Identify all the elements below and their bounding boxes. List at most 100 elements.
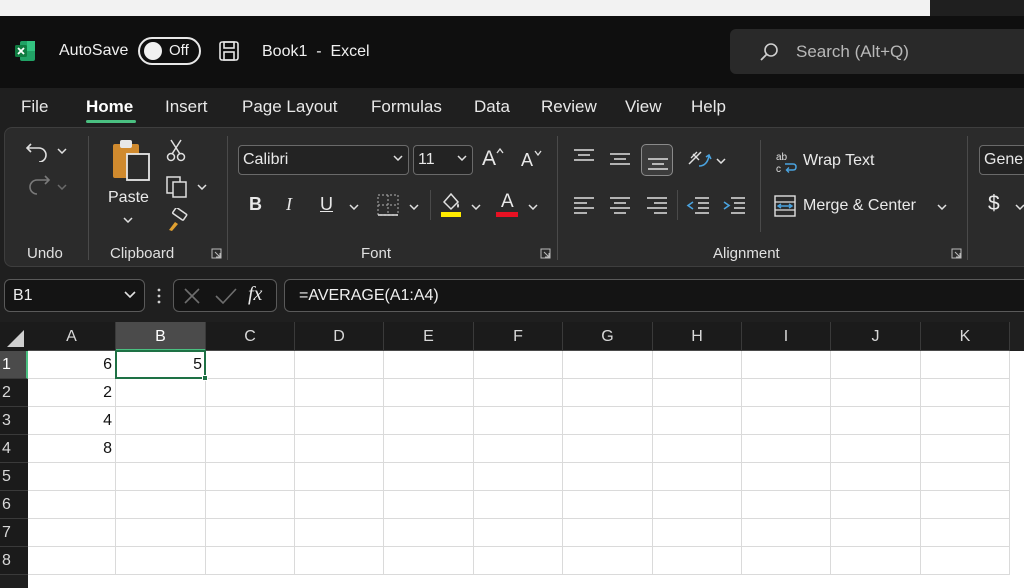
cell-d6[interactable]	[295, 491, 384, 519]
tab-review[interactable]: Review	[541, 97, 597, 117]
decrease-indent-icon[interactable]	[686, 196, 710, 214]
font-color-dropdown-chevron-icon[interactable]	[528, 204, 538, 210]
cell-a2[interactable]: 2	[28, 379, 116, 407]
cell-d8[interactable]	[295, 547, 384, 575]
tab-data[interactable]: Data	[474, 97, 510, 117]
cell-i4[interactable]	[742, 435, 831, 463]
cell-c3[interactable]	[206, 407, 295, 435]
cell-e8[interactable]	[384, 547, 474, 575]
column-header-g[interactable]: G	[563, 322, 653, 351]
cell-b1[interactable]: 5	[116, 351, 206, 379]
cell-d2[interactable]	[295, 379, 384, 407]
cell-c2[interactable]	[206, 379, 295, 407]
number-format-input[interactable]	[984, 150, 1024, 170]
cell-g1[interactable]	[563, 351, 653, 379]
tab-help[interactable]: Help	[691, 97, 726, 117]
font-color-button[interactable]: A	[501, 191, 514, 213]
grow-font-button[interactable]: A	[482, 147, 496, 171]
cell-i8[interactable]	[742, 547, 831, 575]
search-input[interactable]	[796, 39, 1016, 65]
cell-b5[interactable]	[116, 463, 206, 491]
cell-j5[interactable]	[831, 463, 921, 491]
cell-h8[interactable]	[653, 547, 742, 575]
cell-a6[interactable]	[28, 491, 116, 519]
cell-g6[interactable]	[563, 491, 653, 519]
align-top-icon[interactable]	[573, 148, 595, 166]
cell-i2[interactable]	[742, 379, 831, 407]
cell-h5[interactable]	[653, 463, 742, 491]
cell-i3[interactable]	[742, 407, 831, 435]
undo-icon[interactable]	[25, 138, 51, 162]
tab-view[interactable]: View	[625, 97, 662, 117]
cell-i6[interactable]	[742, 491, 831, 519]
column-header-f[interactable]: F	[474, 322, 563, 351]
cell-c4[interactable]	[206, 435, 295, 463]
fill-color-dropdown-chevron-icon[interactable]	[471, 204, 481, 210]
currency-dropdown-chevron-icon[interactable]	[1015, 204, 1024, 210]
row-header-3[interactable]: 3	[0, 407, 28, 435]
cell-a8[interactable]	[28, 547, 116, 575]
column-header-i[interactable]: I	[742, 322, 831, 351]
cell-b8[interactable]	[116, 547, 206, 575]
column-header-k[interactable]: K	[921, 322, 1010, 351]
cancel-icon[interactable]	[182, 286, 202, 306]
undo-dropdown-chevron-icon[interactable]	[57, 148, 67, 154]
cell-a5[interactable]	[28, 463, 116, 491]
currency-button[interactable]: $	[988, 192, 1000, 216]
format-painter-icon[interactable]	[165, 208, 189, 232]
cell-c7[interactable]	[206, 519, 295, 547]
align-left-icon[interactable]	[573, 196, 595, 214]
name-box-input[interactable]	[13, 286, 113, 306]
shrink-font-button[interactable]: A	[521, 150, 533, 171]
cell-k7[interactable]	[921, 519, 1010, 547]
cell-e3[interactable]	[384, 407, 474, 435]
cell-j7[interactable]	[831, 519, 921, 547]
cell-g7[interactable]	[563, 519, 653, 547]
number-format-combo[interactable]	[979, 145, 1024, 175]
bold-button[interactable]: B	[249, 194, 262, 215]
cell-j3[interactable]	[831, 407, 921, 435]
wrap-text-button[interactable]: ab c Wrap Text	[775, 150, 885, 176]
cell-f1[interactable]	[474, 351, 563, 379]
cell-h2[interactable]	[653, 379, 742, 407]
orientation-icon[interactable]	[685, 146, 713, 172]
row-header-5[interactable]: 5	[0, 463, 28, 491]
cell-j6[interactable]	[831, 491, 921, 519]
borders-dropdown-chevron-icon[interactable]	[409, 204, 419, 210]
cell-k8[interactable]	[921, 547, 1010, 575]
cell-h4[interactable]	[653, 435, 742, 463]
row-header-2[interactable]: 2	[0, 379, 28, 407]
orientation-dropdown-chevron-icon[interactable]	[716, 158, 726, 164]
align-bottom-button[interactable]	[641, 144, 673, 176]
cell-j2[interactable]	[831, 379, 921, 407]
cell-j8[interactable]	[831, 547, 921, 575]
cell-j1[interactable]	[831, 351, 921, 379]
align-center-icon[interactable]	[609, 196, 631, 214]
italic-button[interactable]: I	[286, 194, 292, 215]
select-all-button[interactable]	[0, 322, 28, 351]
cell-b6[interactable]	[116, 491, 206, 519]
cell-k3[interactable]	[921, 407, 1010, 435]
row-header-8[interactable]: 8	[0, 547, 28, 575]
name-box[interactable]	[4, 279, 145, 312]
cell-k1[interactable]	[921, 351, 1010, 379]
copy-dropdown-chevron-icon[interactable]	[197, 184, 207, 190]
tab-file[interactable]: File	[21, 97, 48, 117]
column-header-h[interactable]: H	[653, 322, 742, 351]
tab-page-layout[interactable]: Page Layout	[242, 97, 337, 117]
underline-button[interactable]: U	[320, 194, 333, 215]
cell-k6[interactable]	[921, 491, 1010, 519]
column-header-j[interactable]: J	[831, 322, 921, 351]
cell-d3[interactable]	[295, 407, 384, 435]
font-name-combo[interactable]	[238, 145, 409, 175]
cell-a4[interactable]: 8	[28, 435, 116, 463]
cell-i1[interactable]	[742, 351, 831, 379]
cell-a3[interactable]: 4	[28, 407, 116, 435]
cell-f2[interactable]	[474, 379, 563, 407]
enter-check-icon[interactable]	[214, 286, 238, 306]
cell-e1[interactable]	[384, 351, 474, 379]
fill-color-icon[interactable]	[439, 190, 463, 218]
paste-icon[interactable]	[109, 138, 153, 182]
font-name-input[interactable]	[243, 150, 383, 170]
cell-d7[interactable]	[295, 519, 384, 547]
